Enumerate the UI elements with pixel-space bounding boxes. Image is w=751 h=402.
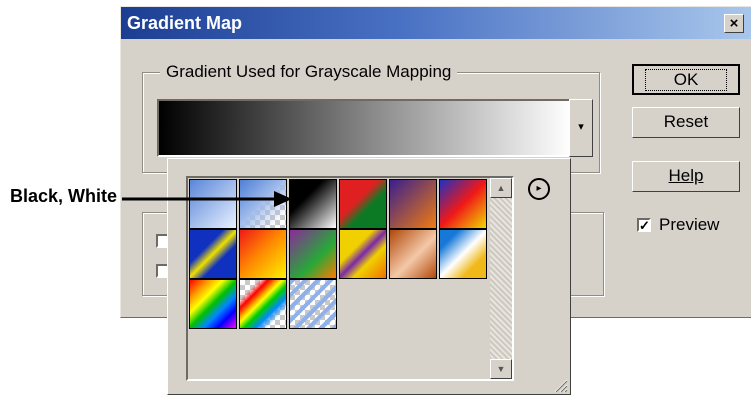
annotation-arrow-icon: [122, 191, 292, 207]
